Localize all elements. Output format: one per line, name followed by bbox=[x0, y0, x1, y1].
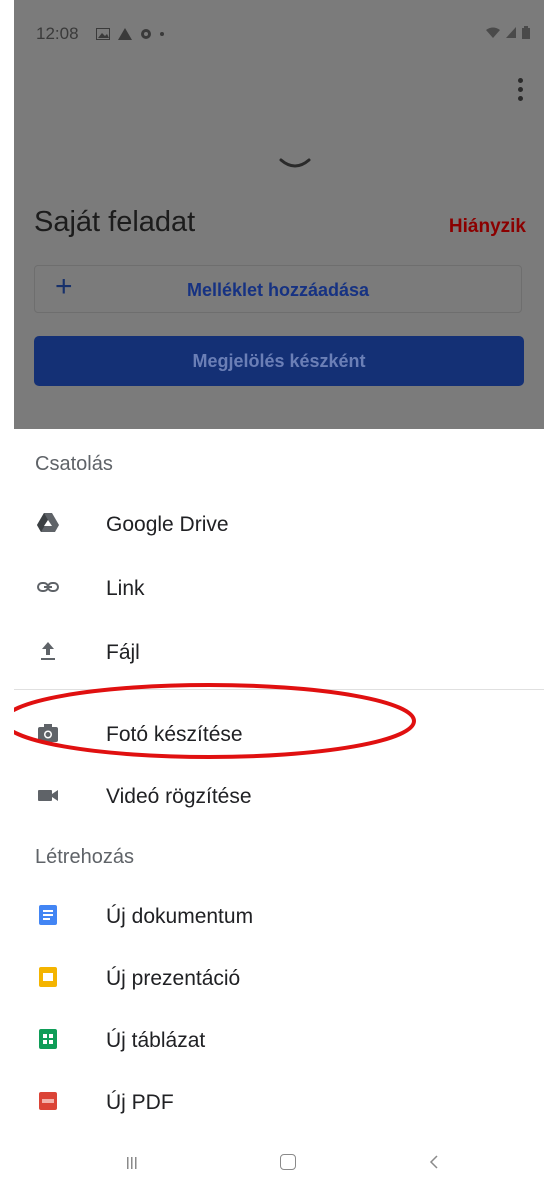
menu-item-new-document[interactable]: Új dokumentum bbox=[14, 889, 544, 945]
attach-section-heading: Csatolás bbox=[35, 453, 113, 475]
gallery-notification-icon bbox=[96, 28, 110, 40]
phone-screen: 12:08 Saját feladat Hiányzik + Melléklet bbox=[14, 0, 544, 1191]
menu-item-new-pdf[interactable]: Új PDF bbox=[14, 1075, 544, 1131]
menu-item-label: Fájl bbox=[106, 641, 140, 664]
attachment-bottom-sheet: Csatolás Google Drive Link Fájl Fotó kés… bbox=[14, 429, 544, 1191]
menu-item-label: Új dokumentum bbox=[106, 905, 254, 928]
back-icon[interactable] bbox=[428, 1154, 440, 1170]
menu-item-label: Videó rögzítése bbox=[106, 785, 252, 808]
system-icons bbox=[486, 26, 530, 39]
menu-item-label: Új táblázat bbox=[106, 1029, 206, 1052]
navigation-bar bbox=[14, 1154, 544, 1191]
menu-item-google-drive[interactable]: Google Drive bbox=[14, 497, 544, 553]
upload-file-icon bbox=[41, 642, 55, 660]
add-attachment-button[interactable]: + Melléklet hozzáadása bbox=[34, 265, 522, 313]
menu-item-label: Új PDF bbox=[106, 1091, 174, 1114]
notification-icons bbox=[96, 26, 164, 42]
settings-notification-icon bbox=[141, 29, 151, 39]
video-camera-icon bbox=[38, 790, 58, 801]
dot-notification-icon bbox=[160, 32, 164, 36]
status-time: 12:08 bbox=[36, 24, 79, 43]
mark-as-done-button[interactable]: Megjelölés készként bbox=[34, 336, 524, 386]
menu-item-record-video[interactable]: Videó rögzítése bbox=[14, 769, 544, 825]
drive-notification-icon bbox=[118, 28, 132, 40]
dimmed-task-view[interactable]: 12:08 Saját feladat Hiányzik + Melléklet bbox=[14, 0, 544, 429]
more-options-icon[interactable] bbox=[518, 78, 524, 104]
menu-item-new-spreadsheet[interactable]: Új táblázat bbox=[14, 1013, 544, 1069]
task-title: Saját feladat bbox=[34, 206, 196, 238]
home-icon[interactable] bbox=[280, 1154, 296, 1170]
google-slides-icon bbox=[39, 967, 57, 987]
menu-item-label: Google Drive bbox=[106, 513, 229, 536]
highlight-ellipse bbox=[14, 683, 416, 759]
status-bar: 12:08 bbox=[14, 14, 544, 54]
google-drive-icon bbox=[37, 513, 59, 532]
add-attachment-label: Melléklet hozzáadása bbox=[186, 280, 370, 300]
menu-item-label: Link bbox=[106, 577, 145, 600]
google-sheets-icon bbox=[39, 1029, 57, 1049]
status-missing-label: Hiányzik bbox=[448, 216, 526, 237]
collapse-chevron-icon[interactable] bbox=[275, 156, 315, 174]
google-docs-icon bbox=[39, 905, 57, 925]
battery-icon bbox=[522, 26, 530, 39]
wifi-icon bbox=[486, 27, 500, 38]
menu-item-file[interactable]: Fájl bbox=[14, 625, 544, 681]
mark-as-done-label: Megjelölés készként bbox=[192, 351, 366, 371]
signal-icon bbox=[506, 27, 516, 38]
link-icon bbox=[37, 582, 59, 592]
menu-item-link[interactable]: Link bbox=[14, 561, 544, 617]
menu-item-label: Új prezentáció bbox=[106, 967, 241, 990]
recent-apps-icon[interactable] bbox=[125, 1156, 139, 1170]
menu-item-new-presentation[interactable]: Új prezentáció bbox=[14, 951, 544, 1007]
create-section-heading: Létrehozás bbox=[35, 846, 134, 868]
pdf-icon bbox=[39, 1092, 57, 1110]
